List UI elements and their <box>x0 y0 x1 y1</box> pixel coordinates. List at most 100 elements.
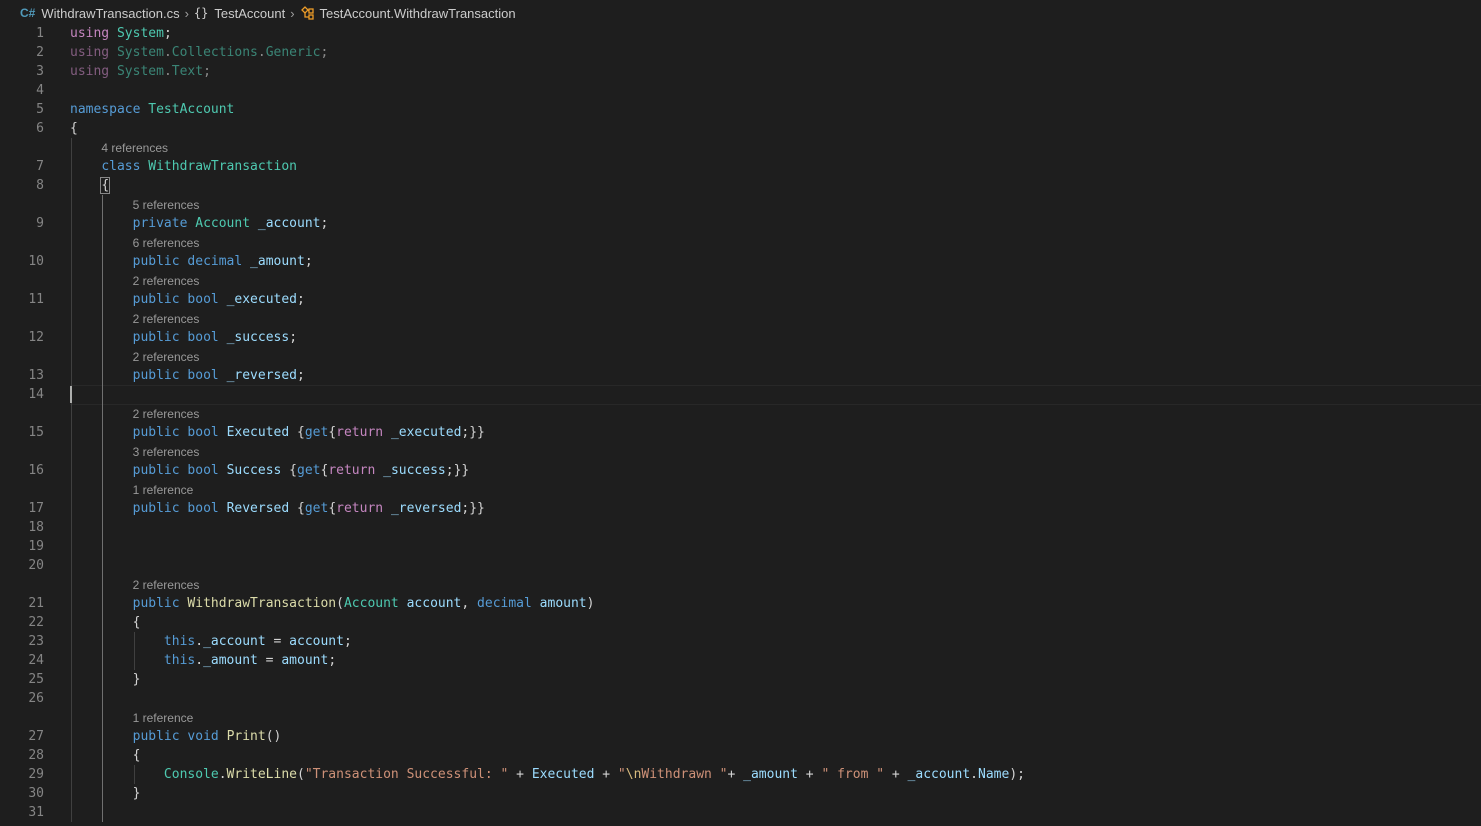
csharp-file-icon: C# <box>20 6 36 20</box>
code-line[interactable]: 16 public bool Success {get{return _succ… <box>0 461 1481 480</box>
codelens-references[interactable]: 2 references <box>133 575 200 594</box>
namespace-braces-icon: {} <box>193 6 209 20</box>
code-token: ); <box>1009 767 1025 782</box>
line-number: 10 <box>28 254 44 269</box>
code-token: Success <box>226 463 282 478</box>
code-line[interactable]: 7 class WithdrawTransaction <box>0 157 1481 176</box>
line-code: public bool Success {get{return _success… <box>70 461 470 480</box>
code-line[interactable]: 19 <box>0 537 1481 556</box>
breadcrumb-namespace[interactable]: {} TestAccount <box>194 6 285 21</box>
code-line[interactable]: 23 this._account = account; <box>0 632 1481 651</box>
code-line[interactable]: 20 <box>0 556 1481 575</box>
code-token: Name <box>978 767 1010 782</box>
line-code: class WithdrawTransaction <box>70 157 297 176</box>
code-line[interactable]: 21 public WithdrawTransaction(Account ac… <box>0 594 1481 613</box>
line-number: 8 <box>36 178 44 193</box>
breadcrumb-namespace-label: TestAccount <box>214 5 286 21</box>
codelens-references[interactable]: 2 references <box>133 347 200 366</box>
indent-guide <box>102 195 103 822</box>
code-token: Account <box>343 596 399 611</box>
code-token: Executed <box>226 425 290 440</box>
code-line[interactable]: 9 private Account _account; <box>0 214 1481 233</box>
code-token: namespace <box>70 102 141 117</box>
code-token: { <box>70 121 78 136</box>
code-token: ; <box>163 26 172 41</box>
line-number: 25 <box>28 672 44 687</box>
code-line[interactable]: 29 Console.WriteLine("Transaction Succes… <box>0 765 1481 784</box>
code-token: ; <box>320 45 329 60</box>
code-token: = <box>265 634 290 649</box>
code-line[interactable]: 26 <box>0 689 1481 708</box>
code-token: WithdrawTransaction <box>148 159 297 174</box>
line-number: 9 <box>36 216 44 231</box>
code-token: account <box>289 634 344 649</box>
code-token: Collections <box>171 45 258 60</box>
code-line[interactable]: 3 using System.Text; <box>0 62 1481 81</box>
line-number: 2 <box>36 45 44 60</box>
code-line[interactable]: 18 <box>0 518 1481 537</box>
code-line[interactable]: 13 public bool _reversed; <box>0 366 1481 385</box>
codelens-references[interactable]: 3 references <box>133 442 200 461</box>
line-code: public bool Executed {get{return _execut… <box>70 423 485 442</box>
codelens-references[interactable]: 1 reference <box>133 708 194 727</box>
code-line[interactable]: 5 namespace TestAccount <box>0 100 1481 119</box>
line-number: 28 <box>28 748 44 763</box>
breadcrumb: C# WithdrawTransaction.cs › {} TestAccou… <box>0 0 1481 26</box>
line-number: 14 <box>28 387 44 402</box>
code-line[interactable]: 6{ <box>0 119 1481 138</box>
code-token: "Transaction Successful: " <box>304 767 509 782</box>
code-editor[interactable]: 1 using System; 2 using System.Collections.… <box>0 24 1481 826</box>
code-line[interactable]: 4 <box>0 81 1481 100</box>
code-line[interactable]: 30 } <box>0 784 1481 803</box>
code-token: Generic <box>265 45 321 60</box>
codelens-references[interactable]: 2 references <box>133 309 200 328</box>
code-line[interactable]: 22 { <box>0 613 1481 632</box>
code-line[interactable]: 24 this._amount = amount; <box>0 651 1481 670</box>
codelens-references[interactable]: 2 references <box>133 271 200 290</box>
code-line[interactable]: 11 public bool _executed; <box>0 290 1481 309</box>
code-token: _executed <box>390 425 462 440</box>
code-line[interactable]: 27 public void Print() <box>0 727 1481 746</box>
code-line[interactable]: 14 <box>0 385 1481 404</box>
code-token: using <box>70 26 110 41</box>
line-code: using System; <box>70 24 172 43</box>
line-number: 30 <box>28 786 44 801</box>
breadcrumb-symbol-label: TestAccount.WithdrawTransaction <box>319 5 516 21</box>
code-token: ; <box>304 254 313 269</box>
code-line[interactable]: 31 <box>0 803 1481 822</box>
line-code: { <box>70 613 141 632</box>
code-token: ; <box>343 634 352 649</box>
codelens-references[interactable]: 6 references <box>133 233 200 252</box>
code-line[interactable]: 12 public bool _success; <box>0 328 1481 347</box>
code-token: { <box>328 501 337 516</box>
code-token: () <box>265 729 282 744</box>
code-token: public <box>132 463 180 478</box>
code-token: _account <box>257 216 321 231</box>
codelens-references[interactable]: 4 references <box>101 138 168 157</box>
codelens-references[interactable]: 5 references <box>133 195 200 214</box>
code-token: } <box>70 786 141 801</box>
code-token: public <box>132 254 180 269</box>
code-line[interactable]: 1 using System; <box>0 24 1481 43</box>
line-number: 6 <box>36 121 44 136</box>
code-line[interactable]: 17 public bool Reversed {get{return _rev… <box>0 499 1481 518</box>
code-token: _reversed <box>390 501 462 516</box>
breadcrumb-symbol[interactable]: TestAccount.WithdrawTransaction <box>300 6 516 21</box>
code-line[interactable]: 8 { <box>0 176 1481 195</box>
breadcrumb-file[interactable]: C# WithdrawTransaction.cs <box>20 6 180 21</box>
line-number: 11 <box>28 292 44 307</box>
code-token: return <box>336 501 384 516</box>
line-number: 22 <box>28 615 44 630</box>
code-token: " <box>617 767 626 782</box>
code-line[interactable]: 28 { <box>0 746 1481 765</box>
code-line[interactable]: 10 public decimal _amount; <box>0 252 1481 271</box>
code-token: WithdrawTransaction <box>187 596 337 611</box>
codelens-references[interactable]: 1 reference <box>133 480 194 499</box>
code-line[interactable]: 25 } <box>0 670 1481 689</box>
code-line[interactable]: 15 public bool Executed {get{return _exe… <box>0 423 1481 442</box>
codelens-references[interactable]: 2 references <box>133 404 200 423</box>
code-line[interactable]: 2 using System.Collections.Generic; <box>0 43 1481 62</box>
